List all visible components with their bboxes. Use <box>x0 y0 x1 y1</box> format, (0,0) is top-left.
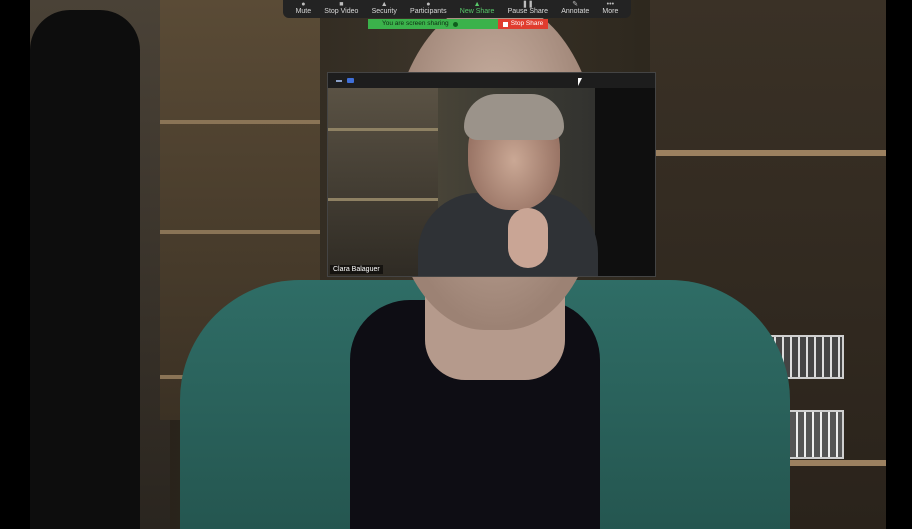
shelf-board <box>650 150 886 156</box>
annotate-button[interactable]: ✎ Annotate <box>561 1 589 18</box>
stop-share-button[interactable]: Stop Share <box>498 19 548 29</box>
minimize-icon[interactable] <box>336 79 342 82</box>
shelf-board <box>160 230 320 234</box>
share-status-icon <box>452 21 458 27</box>
participants-button[interactable]: ● Participants <box>410 1 447 18</box>
shelf-board <box>160 120 320 124</box>
more-button[interactable]: ••• More <box>602 1 618 18</box>
screen-sharing-notice: You are screen sharing <box>368 19 498 29</box>
share-toolbar: ● Mute ■ Stop Video ▲ Security ● Partici… <box>283 0 631 18</box>
security-button[interactable]: ▲ Security <box>372 1 397 18</box>
shelf-board <box>328 128 438 131</box>
pause-share-button[interactable]: ❚❚ Pause Share <box>508 1 548 18</box>
share-notice-text: You are screen sharing <box>382 20 449 27</box>
video-window-titlebar[interactable] <box>328 73 655 88</box>
new-share-button[interactable]: ▲ New Share <box>460 1 495 18</box>
stop-share-label: Stop Share <box>510 20 544 27</box>
participant-name-label: Clara Balaguer <box>330 265 383 274</box>
participant-hat <box>464 94 564 140</box>
hanging-jacket <box>30 10 140 529</box>
participant-video-window[interactable]: Clara Balaguer <box>327 72 656 277</box>
participant-hand <box>508 208 548 268</box>
shelf-board <box>328 198 438 201</box>
stop-video-button[interactable]: ■ Stop Video <box>324 1 358 18</box>
poster <box>595 88 655 276</box>
gallery-view-icon[interactable] <box>347 78 354 83</box>
share-status-strip: You are screen sharing Stop Share <box>368 19 548 29</box>
stop-icon <box>502 21 508 27</box>
participant-video: Clara Balaguer <box>328 88 655 276</box>
mouse-cursor-icon <box>578 78 582 86</box>
mute-button[interactable]: ● Mute <box>296 1 312 18</box>
